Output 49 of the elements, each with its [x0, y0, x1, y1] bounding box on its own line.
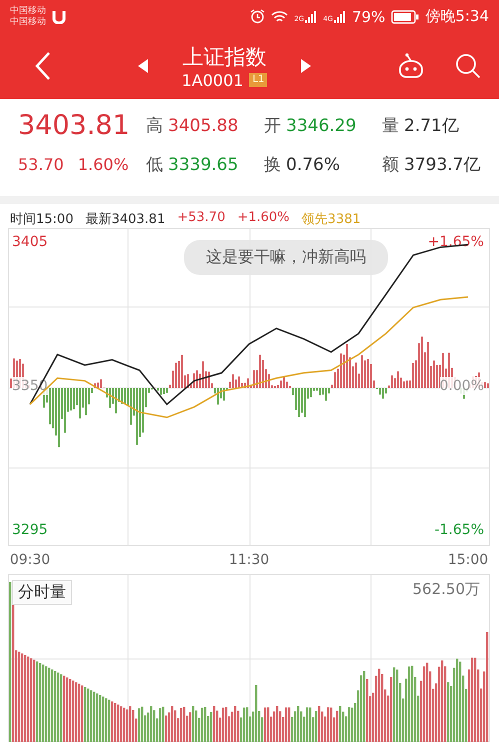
- field-value: 2.71亿: [404, 115, 459, 138]
- field-value: 3346.29: [286, 116, 356, 136]
- alarm-icon: [250, 9, 266, 24]
- carrier-name: 中国移动: [10, 6, 46, 16]
- price-label: 3295: [12, 521, 48, 539]
- app-icon: [52, 10, 66, 24]
- robot-button[interactable]: [397, 53, 425, 80]
- quote-info: +1.60%: [237, 210, 290, 226]
- volume-max: 562.50万: [412, 580, 480, 599]
- quote-info: 领先3381: [302, 211, 361, 226]
- field-value: 0.76%: [286, 154, 340, 175]
- price-label: 3405: [12, 233, 48, 251]
- percent-label: -1.65%: [434, 521, 484, 539]
- search-button[interactable]: [455, 53, 481, 80]
- previous-button[interactable]: [138, 59, 148, 74]
- time-label: 15:00: [448, 552, 488, 568]
- wifi-icon: [271, 10, 288, 24]
- percent-label: 0.00%: [440, 377, 484, 395]
- level-badge: L1: [249, 73, 268, 88]
- percent-label: +1.65%: [428, 233, 484, 251]
- index-code: 1A0001: [182, 70, 244, 90]
- time-label: 09:30: [10, 552, 50, 568]
- signal-icon: [305, 10, 318, 23]
- time-label: 11:30: [228, 552, 270, 568]
- status-time: 傍晚5:34: [425, 7, 489, 26]
- battery-percent: 79%: [352, 8, 386, 26]
- index-title: 上证指数: [182, 44, 266, 71]
- quote-info: 时间15:00: [10, 211, 74, 226]
- price-change: 53.70: [18, 154, 64, 174]
- battery-icon: [391, 10, 420, 24]
- field-label: 额: [382, 154, 399, 176]
- field-label: 开: [264, 115, 281, 138]
- quote-info: +53.70: [177, 210, 226, 226]
- volume-title: 分时量: [12, 580, 72, 605]
- field-label: 高: [146, 115, 163, 138]
- signal-icon: [334, 10, 346, 23]
- field-label: 低: [146, 154, 163, 176]
- field-value: 3339.65: [168, 154, 238, 175]
- quote-info: 最新3403.81: [85, 211, 166, 226]
- field-value: 3405.88: [168, 116, 238, 136]
- last-price: 3403.81: [18, 108, 130, 143]
- comment-bubble: 这是要干嘛，冲新高吗: [184, 240, 388, 275]
- next-button[interactable]: [301, 59, 312, 74]
- field-value: 3793.7亿: [404, 154, 480, 176]
- carrier-name: 中国移动: [10, 16, 46, 28]
- field-label: 量: [382, 115, 399, 138]
- change-percent: 1.60%: [78, 154, 129, 174]
- field-label: 换: [264, 154, 281, 176]
- back-button[interactable]: [34, 51, 52, 82]
